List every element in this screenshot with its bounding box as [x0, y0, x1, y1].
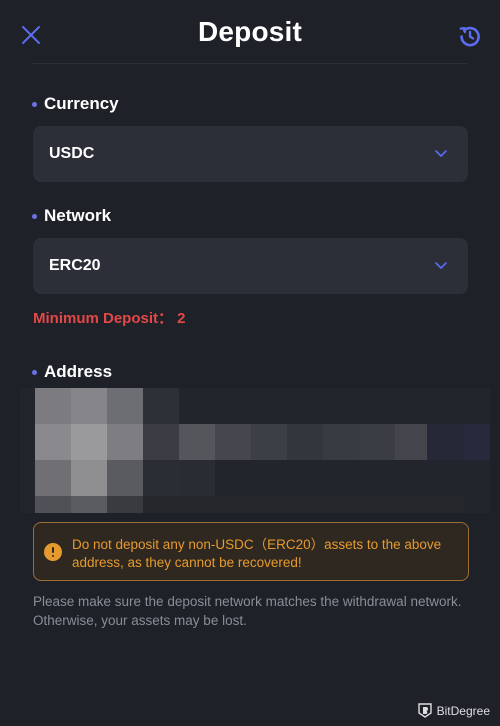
network-value: ERC20	[49, 257, 101, 274]
address-label-text: Address	[44, 362, 113, 381]
network-label: Network	[32, 206, 111, 226]
bullet-dot	[32, 369, 37, 375]
network-label-text: Network	[44, 206, 112, 225]
header-divider	[32, 63, 468, 64]
warning-banner: Do not deposit any non-USDC（ERC20）assets…	[33, 522, 469, 581]
bitdegree-logo-icon	[417, 703, 432, 718]
currency-label-text: Currency	[44, 94, 119, 113]
network-select[interactable]: ERC20	[33, 238, 468, 294]
currency-select[interactable]: USDC	[33, 126, 468, 182]
warning-text: Do not deposit any non-USDC（ERC20）assets…	[72, 537, 442, 570]
warning-icon	[44, 543, 62, 561]
currency-label: Currency	[32, 94, 119, 114]
chevron-down-icon	[435, 262, 447, 269]
watermark: BitDegree	[417, 703, 490, 718]
address-label: Address	[32, 362, 112, 382]
history-icon[interactable]	[458, 24, 482, 48]
currency-value: USDC	[49, 145, 95, 162]
watermark-text: BitDegree	[436, 703, 490, 718]
chevron-down-icon	[435, 150, 447, 157]
network-note: Please make sure the deposit network mat…	[33, 594, 462, 628]
bullet-dot	[32, 101, 37, 107]
minimum-deposit: Minimum Deposit： 2	[33, 310, 186, 327]
page-title: Deposit	[197, 16, 303, 47]
address-qr-pixelated	[20, 388, 490, 513]
bullet-dot	[32, 213, 37, 219]
header: Deposit	[0, 0, 500, 64]
